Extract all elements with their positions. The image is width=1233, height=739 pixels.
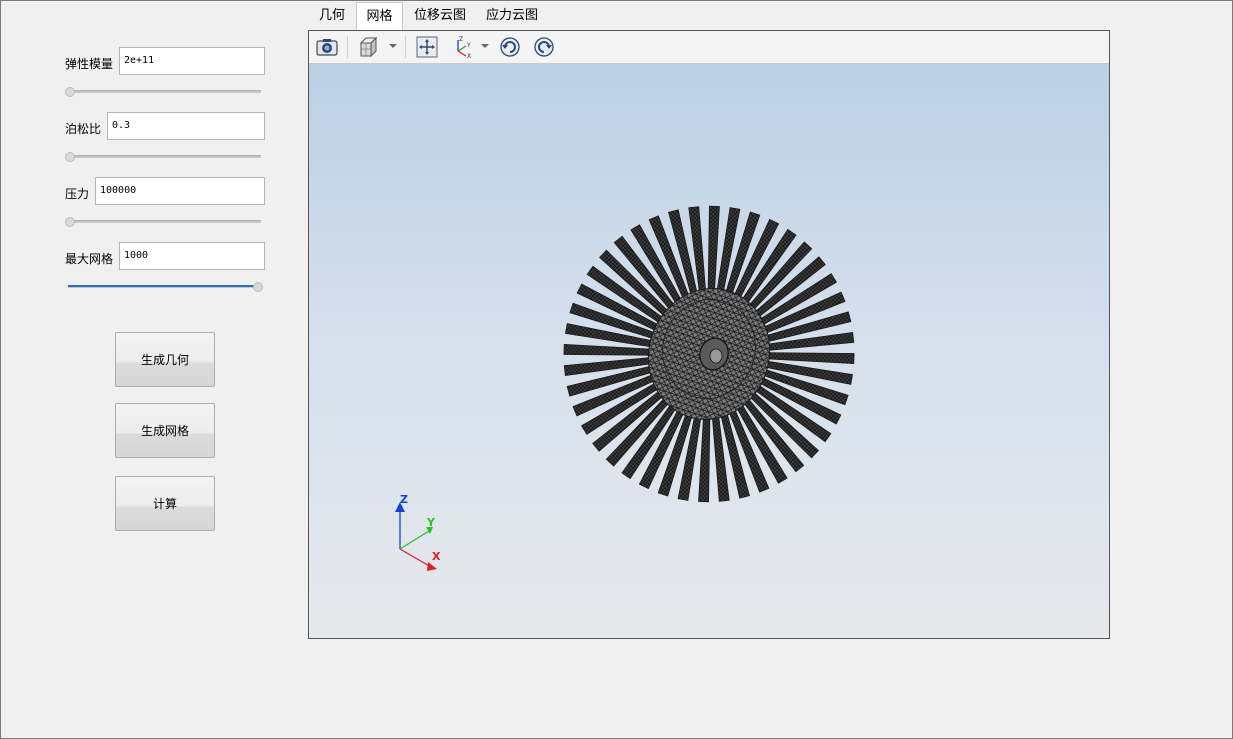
tab-geometry[interactable]: 几何 <box>312 2 352 30</box>
fit-all-icon[interactable] <box>415 35 439 59</box>
youngs-modulus-label: 弹性模量 <box>65 57 114 71</box>
generate-geometry-button[interactable]: 生成几何 <box>115 332 215 387</box>
rotate-ccw-icon[interactable] <box>532 35 556 59</box>
poisson-ratio-slider-handle[interactable] <box>65 152 75 162</box>
mesh-fin <box>563 344 657 356</box>
svg-text:Z: Z <box>459 36 463 43</box>
svg-text:Y: Y <box>466 42 471 49</box>
max-mesh-slider-fill <box>68 285 258 287</box>
viewer-toolbar: Z Y X <box>309 31 1109 64</box>
axes-icon[interactable]: Z Y X <box>451 35 475 59</box>
pressure-label: 压力 <box>65 187 90 201</box>
pressure-slider[interactable] <box>68 220 261 223</box>
axis-x-label: X <box>432 550 441 563</box>
generate-mesh-button[interactable]: 生成网格 <box>115 403 215 458</box>
viewer-panel: Z Y X Z Y X <box>308 30 1110 639</box>
3d-viewport[interactable]: Z Y X <box>309 64 1109 638</box>
poisson-ratio-input[interactable]: 0.3 <box>107 112 265 140</box>
tab-stress[interactable]: 应力云图 <box>480 2 544 30</box>
view-cube-dropdown-icon[interactable] <box>389 44 397 48</box>
view-cube-icon[interactable] <box>357 35 381 59</box>
axis-y-label: Y <box>426 516 436 529</box>
youngs-modulus-slider[interactable] <box>68 90 261 93</box>
youngs-modulus-input[interactable]: 2e+11 <box>119 47 265 75</box>
pressure-slider-handle[interactable] <box>65 217 75 227</box>
youngs-modulus-slider-handle[interactable] <box>65 87 75 97</box>
pressure-input[interactable]: 100000 <box>95 177 265 205</box>
tab-mesh[interactable]: 网格 <box>356 2 403 30</box>
mesh-fin <box>761 352 855 364</box>
max-mesh-slider-handle[interactable] <box>253 282 263 292</box>
poisson-ratio-slider[interactable] <box>68 155 261 158</box>
poisson-ratio-label: 泊松比 <box>65 122 102 136</box>
mesh-render: Z Y X <box>395 205 855 571</box>
compute-button[interactable]: 计算 <box>115 476 215 531</box>
max-mesh-label: 最大网格 <box>65 252 114 266</box>
axis-triad: Z Y X <box>395 493 441 571</box>
max-mesh-input[interactable]: 1000 <box>119 242 265 270</box>
axes-dropdown-icon[interactable] <box>481 44 489 48</box>
camera-icon[interactable] <box>315 35 339 59</box>
toolbar-separator <box>347 36 348 58</box>
svg-text:X: X <box>467 53 471 59</box>
toolbar-separator <box>405 36 406 58</box>
tab-displacement[interactable]: 位移云图 <box>408 2 472 30</box>
rotate-cw-icon[interactable] <box>498 35 522 59</box>
axis-z-label: Z <box>400 493 408 506</box>
